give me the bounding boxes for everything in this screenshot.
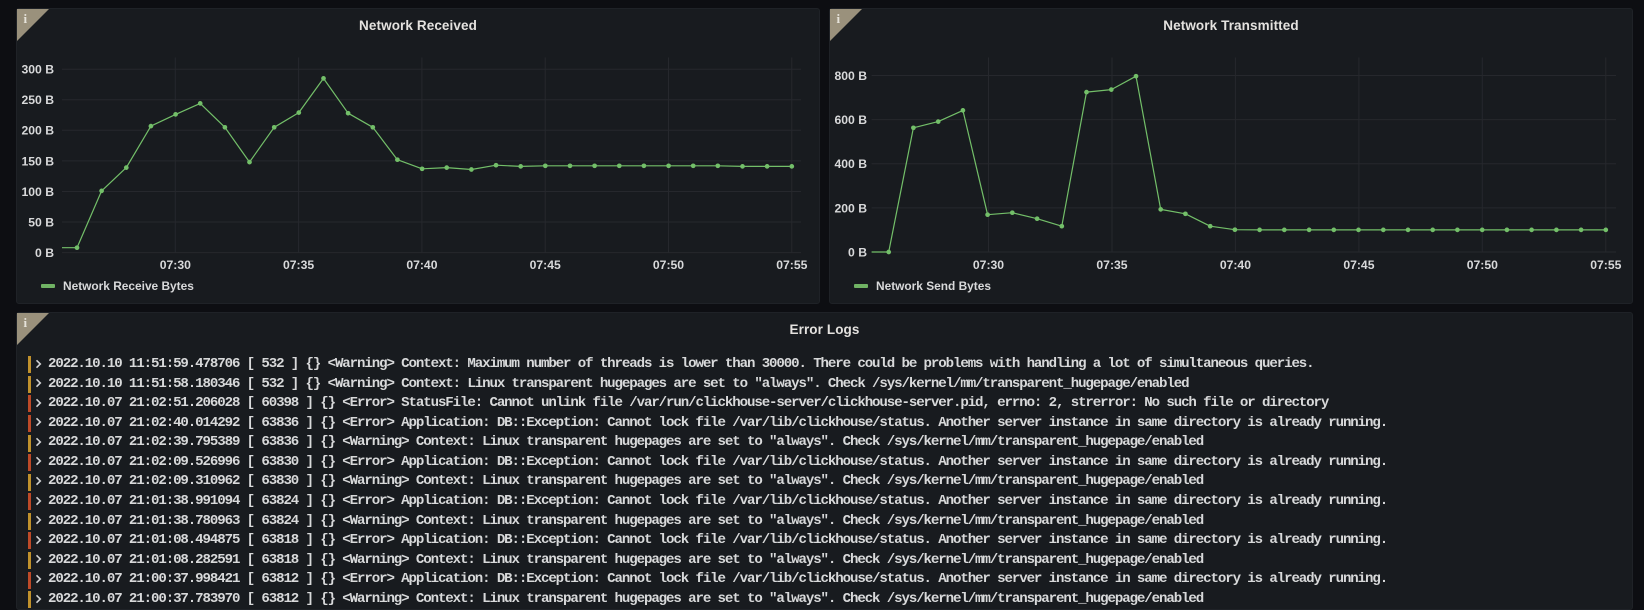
svg-text:600 B: 600 B: [834, 113, 867, 127]
svg-text:100 B: 100 B: [21, 185, 54, 199]
svg-text:50 B: 50 B: [28, 215, 54, 229]
svg-text:150 B: 150 B: [21, 154, 54, 168]
svg-text:250 B: 250 B: [21, 93, 54, 107]
svg-text:07:55: 07:55: [1590, 258, 1621, 272]
svg-text:400 B: 400 B: [834, 157, 867, 171]
svg-text:07:35: 07:35: [283, 258, 314, 272]
svg-text:07:45: 07:45: [530, 258, 561, 272]
svg-text:07:40: 07:40: [1220, 258, 1251, 272]
svg-text:0 B: 0 B: [848, 245, 867, 259]
svg-text:200 B: 200 B: [21, 124, 54, 138]
svg-text:07:50: 07:50: [1467, 258, 1498, 272]
svg-text:07:40: 07:40: [406, 258, 437, 272]
svg-text:07:55: 07:55: [776, 258, 807, 272]
svg-text:800 B: 800 B: [834, 69, 867, 83]
svg-text:300 B: 300 B: [21, 63, 54, 77]
svg-text:200 B: 200 B: [834, 201, 867, 215]
svg-text:07:30: 07:30: [973, 258, 1004, 272]
svg-text:07:35: 07:35: [1096, 258, 1127, 272]
svg-text:07:50: 07:50: [653, 258, 684, 272]
svg-text:07:45: 07:45: [1343, 258, 1374, 272]
svg-text:0 B: 0 B: [35, 246, 54, 260]
svg-text:07:30: 07:30: [160, 258, 191, 272]
